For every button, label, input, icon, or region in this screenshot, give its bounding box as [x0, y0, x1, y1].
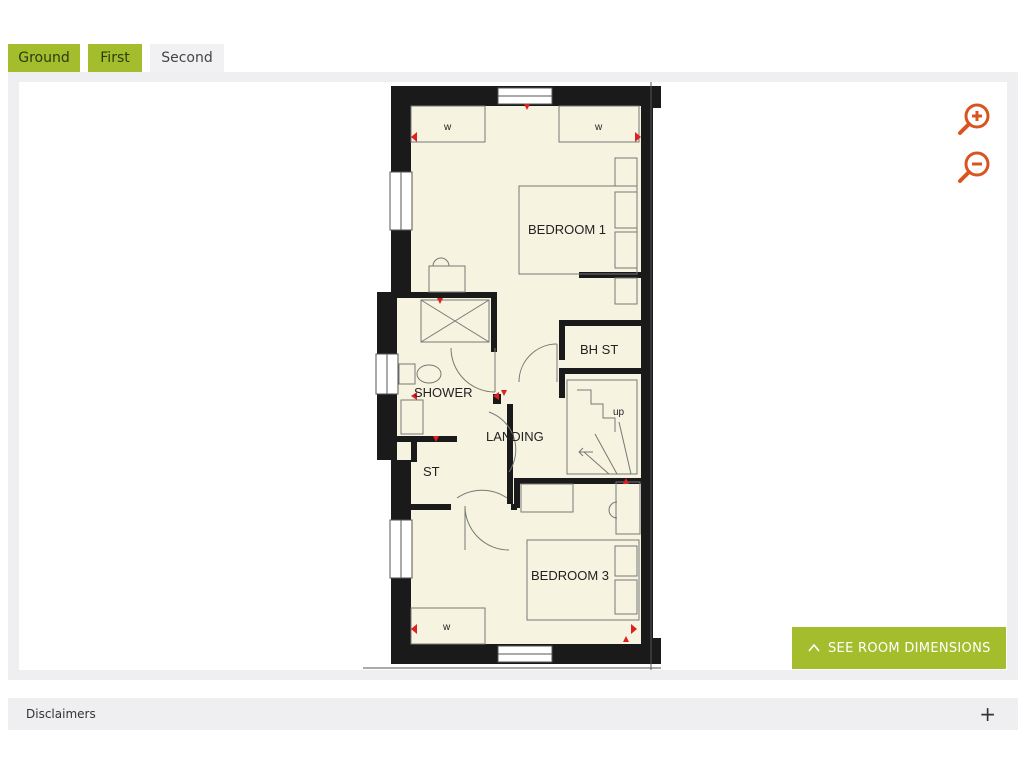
floorplan-viewer: w w BEDROOM 1 BH ST SHOWER up LANDING ST…	[8, 72, 1018, 680]
expand-plus-icon[interactable]: +	[979, 704, 996, 724]
disclaimers-label: Disclaimers	[26, 707, 96, 721]
tab-ground[interactable]: Ground	[8, 44, 80, 72]
floorplan-drawing: w w BEDROOM 1 BH ST SHOWER up LANDING ST…	[363, 82, 661, 670]
room-label-bedroom-3: BEDROOM 3	[531, 568, 609, 583]
floor-tabs: Ground First Second	[8, 44, 224, 72]
stairs-up-label: up	[613, 407, 625, 418]
disclaimers-accordion[interactable]: Disclaimers +	[8, 698, 1018, 730]
room-label-bh-st: BH ST	[580, 342, 618, 357]
zoom-in-icon[interactable]	[957, 102, 991, 136]
room-label-shower: SHOWER	[414, 385, 473, 400]
zoom-out-icon[interactable]	[957, 150, 991, 184]
see-room-dimensions-button[interactable]: SEE ROOM DIMENSIONS	[792, 627, 1006, 669]
floorplan-canvas[interactable]: w w BEDROOM 1 BH ST SHOWER up LANDING ST…	[19, 82, 1007, 670]
tab-first[interactable]: First	[88, 44, 142, 72]
room-label-bedroom-1: BEDROOM 1	[528, 222, 606, 237]
see-room-dimensions-label: SEE ROOM DIMENSIONS	[828, 640, 991, 656]
wardrobe-label-1: w	[443, 122, 452, 133]
room-label-landing: LANDING	[486, 429, 544, 444]
wardrobe-label-2: w	[594, 122, 603, 133]
wardrobe-label-3: w	[442, 622, 451, 633]
chevron-up-icon	[808, 643, 820, 652]
room-label-st: ST	[423, 464, 440, 479]
tab-second[interactable]: Second	[150, 44, 224, 72]
